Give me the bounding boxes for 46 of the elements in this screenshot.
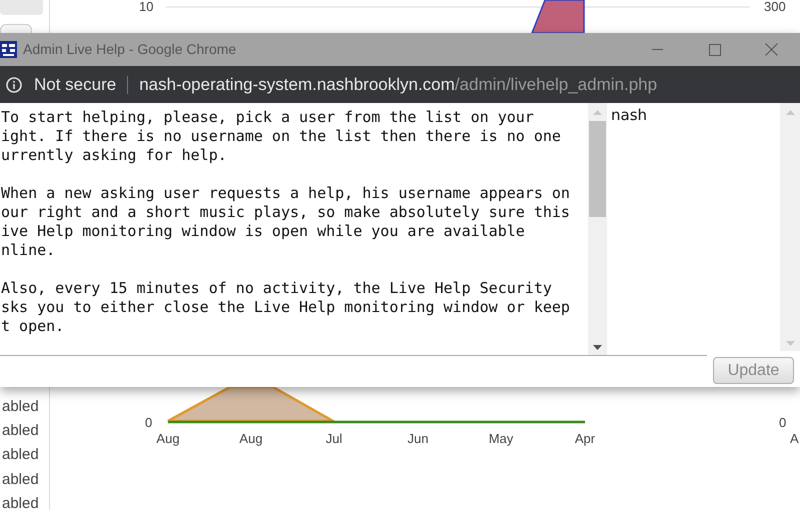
axis-label: Aug xyxy=(239,432,263,445)
url-path: /admin/livehelp_admin.php xyxy=(454,74,658,96)
message-text: To start helping, please, pick a user from the list on your xyxy=(1,108,534,127)
info-icon[interactable] xyxy=(6,76,22,92)
user-list[interactable]: nash xyxy=(607,103,800,355)
message-text: urrently asking for help. xyxy=(1,146,227,165)
security-label: Not secure xyxy=(34,74,116,96)
user-item[interactable]: nash xyxy=(611,105,780,125)
scrollbar[interactable] xyxy=(588,103,607,355)
window-title: Admin Live Help - Google Chrome xyxy=(23,40,236,59)
message-text: ive Help monitoring window is open while you are available xyxy=(1,222,525,241)
scroll-down-icon[interactable] xyxy=(593,345,602,350)
minimize-icon xyxy=(652,49,663,50)
message-text: t open. xyxy=(1,317,64,336)
status-label: abled xyxy=(2,472,39,487)
axis-label: Apr xyxy=(574,432,596,445)
axis-tick: 300 xyxy=(764,0,786,13)
status-label: abled xyxy=(2,496,39,510)
axis-tick: 10 xyxy=(139,0,154,13)
url-host: nash-operating-system.nashbrooklyn.com xyxy=(139,74,455,96)
message-text: sks you to either close the Live Help monitoring window or keep xyxy=(1,298,570,317)
axis-label: May xyxy=(488,432,514,445)
input-field[interactable] xyxy=(0,355,707,359)
axis-label: Aug xyxy=(156,432,180,445)
scroll-up-icon[interactable] xyxy=(593,110,602,115)
tab-button[interactable] xyxy=(0,24,32,34)
close-icon xyxy=(765,43,778,56)
message-text: our right and a short music plays, so make absolutely sure this xyxy=(1,203,570,222)
axis-label: Jul xyxy=(326,432,342,445)
scroll-thumb[interactable] xyxy=(589,121,606,217)
scroll-up-icon[interactable] xyxy=(786,110,794,115)
scrollbar[interactable] xyxy=(780,103,800,351)
app-icon xyxy=(0,41,17,58)
message-text: ight. If there is no username on the list then there is no one xyxy=(1,127,561,146)
status-label: abled xyxy=(2,423,39,438)
status-label: abled xyxy=(2,447,39,462)
axis-label: Jun xyxy=(408,432,428,445)
message-text: Also, every 15 minutes of no activity, the Live Help Security xyxy=(1,279,552,298)
axis-tick: 0 xyxy=(779,416,786,429)
status-label: abled xyxy=(2,399,39,414)
axis-label: A xyxy=(790,432,799,445)
message-text: nline. xyxy=(1,241,56,260)
axis-tick: 0 xyxy=(145,416,152,429)
address-bar[interactable]: Not secure nash-operating-system.nashbrooklyn.com/admin/livehelp_admin.php xyxy=(0,66,800,103)
maximize-icon xyxy=(708,44,720,56)
message-text: When a new asking user requests a help, his username appears on xyxy=(1,184,570,203)
